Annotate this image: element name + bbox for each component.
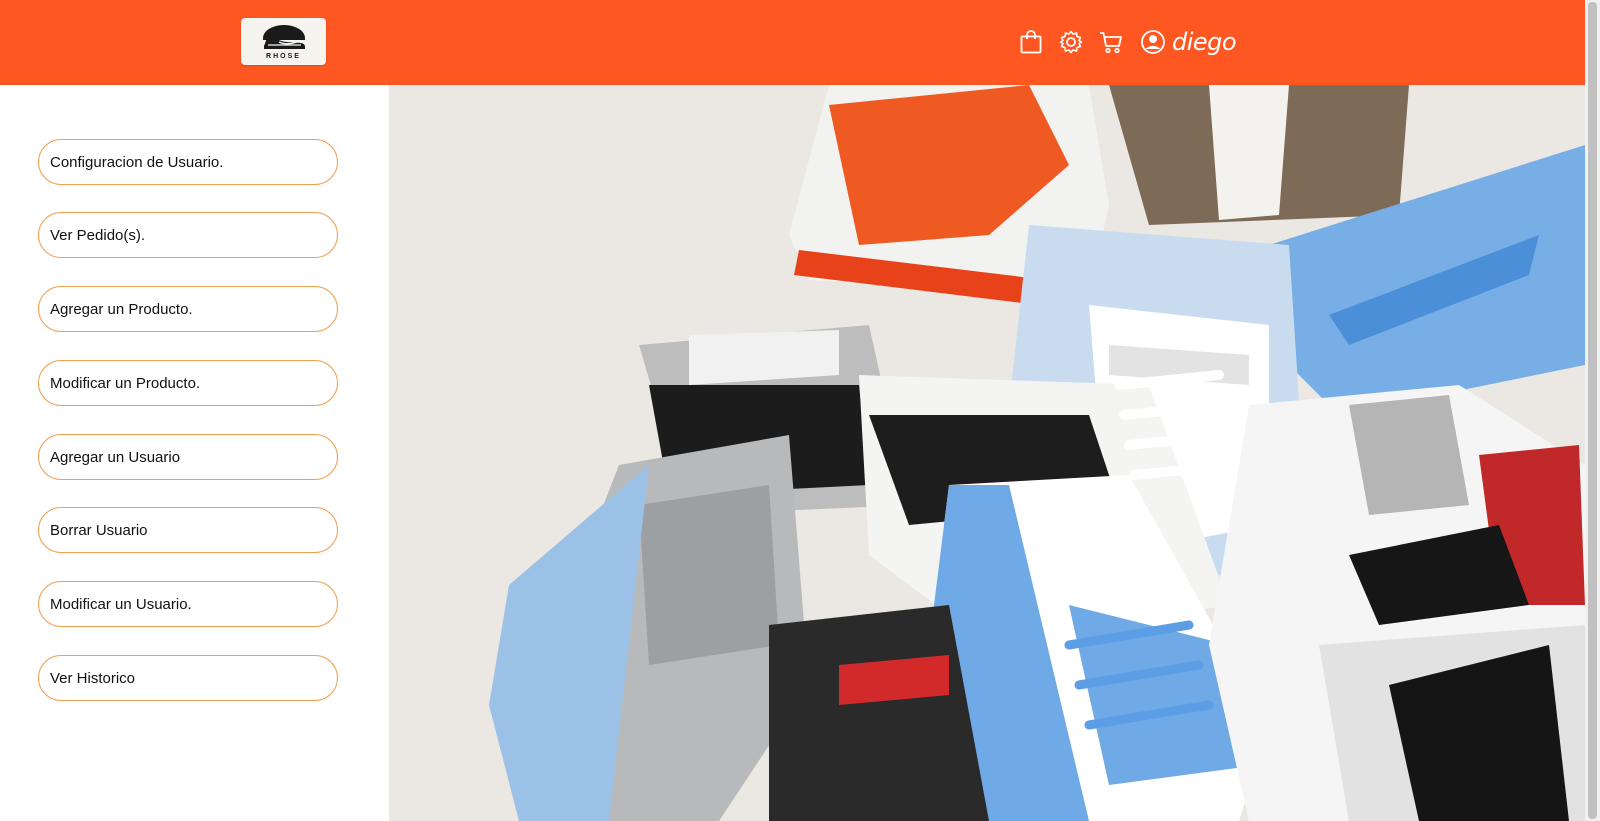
- view-history-button[interactable]: Ver Historico: [38, 655, 338, 701]
- brand-logo[interactable]: RHOSE: [241, 18, 326, 65]
- gear-icon[interactable]: [1058, 29, 1084, 55]
- cart-icon[interactable]: [1098, 29, 1124, 55]
- admin-sidebar: Configuracion de Usuario. Ver Pedido(s).…: [0, 85, 389, 821]
- shopping-bag-icon[interactable]: [1018, 29, 1044, 55]
- top-navbar: RHOSE diego: [0, 0, 1600, 85]
- sneaker-logo-icon: [262, 24, 305, 49]
- username: diego: [1172, 28, 1237, 56]
- add-user-button[interactable]: Agregar un Usuario: [38, 434, 338, 480]
- user-menu[interactable]: diego: [1140, 28, 1237, 56]
- hero-sneakers-image: [389, 85, 1585, 821]
- scrollbar-thumb[interactable]: [1588, 2, 1597, 819]
- page-scrollbar[interactable]: [1585, 0, 1600, 821]
- user-circle-icon: [1141, 30, 1165, 54]
- edit-product-button[interactable]: Modificar un Producto.: [38, 360, 338, 406]
- add-product-button[interactable]: Agregar un Producto.: [38, 286, 338, 332]
- header-actions: diego: [1018, 22, 1237, 62]
- view-orders-button[interactable]: Ver Pedido(s).: [38, 212, 338, 258]
- delete-user-button[interactable]: Borrar Usuario: [38, 507, 338, 553]
- user-settings-button[interactable]: Configuracion de Usuario.: [38, 139, 338, 185]
- edit-user-button[interactable]: Modificar un Usuario.: [38, 581, 338, 627]
- logo-text: RHOSE: [266, 52, 301, 60]
